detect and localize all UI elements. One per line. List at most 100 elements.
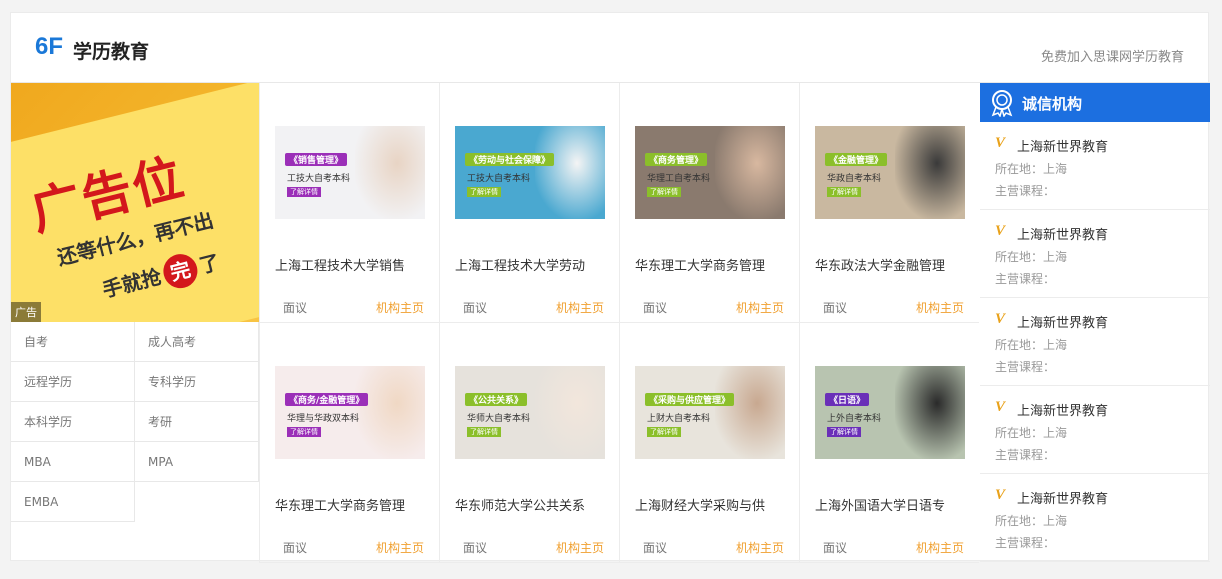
v-verified-icon: V	[995, 399, 1006, 415]
thumbnail-photo	[895, 366, 965, 459]
category-link[interactable]: MPA	[135, 442, 259, 482]
org-courses: 主营课程：	[995, 272, 1056, 286]
org-location: 所在地：上海	[995, 162, 1068, 176]
org-name[interactable]: 上海新世界教育	[1017, 400, 1108, 419]
thumbnail-photo	[715, 126, 785, 219]
thumbnail-subtitle: 工技大自考本科	[467, 174, 531, 184]
org-name[interactable]: 上海新世界教育	[1017, 488, 1108, 507]
course-title[interactable]: 华东理工大学商务管理	[275, 495, 427, 514]
org-homepage-link[interactable]: 机构主页	[556, 299, 604, 316]
org-courses: 主营课程：	[995, 184, 1056, 198]
trust-org-item[interactable]: V 上海新世界教育所在地：上海 主营课程：	[980, 474, 1210, 562]
course-title[interactable]: 上海工程技术大学销售	[275, 255, 427, 274]
org-homepage-link[interactable]: 机构主页	[556, 539, 604, 556]
category-link[interactable]: EMBA	[11, 482, 135, 522]
course-thumbnail[interactable]: 《商务管理》 华理工自考本科 了解详情	[635, 126, 785, 219]
thumbnail-details-button: 了解详情	[827, 427, 861, 437]
thumbnail-photo	[535, 366, 605, 459]
category-link[interactable]: 自考	[11, 322, 135, 362]
thumbnail-subtitle: 华理工自考本科	[647, 174, 711, 184]
course-thumbnail[interactable]: 《采购与供应管理》 上财大自考本科 了解详情	[635, 366, 785, 459]
trust-org-item[interactable]: V 上海新世界教育 所在地：上海 主营课程：	[980, 122, 1210, 210]
course-thumbnail[interactable]: 《劳动与社会保障》 工技大自考本科 了解详情	[455, 126, 605, 219]
thumbnail-photo	[535, 126, 605, 219]
thumbnail-photo	[355, 366, 425, 459]
trust-title: 诚信机构	[1022, 95, 1083, 113]
org-location: 所在地：上海	[995, 250, 1068, 264]
course-card[interactable]: 《劳动与社会保障》 工技大自考本科 了解详情上海工程技术大学劳动面议 机构主页	[439, 83, 619, 323]
org-homepage-link[interactable]: 机构主页	[376, 539, 424, 556]
course-price: 面议	[823, 541, 848, 555]
org-homepage-link[interactable]: 机构主页	[916, 299, 964, 316]
join-link[interactable]: 免费加入思课网学历教育	[1041, 46, 1184, 65]
course-card[interactable]: 《金融管理》 华政自考本科 了解详情华东政法大学金融管理面议 机构主页	[799, 83, 979, 323]
course-thumbnail[interactable]: 《日语》上外自考本科 了解详情	[815, 366, 965, 459]
thumbnail-subtitle: 上外自考本科	[827, 414, 882, 424]
category-link[interactable]: 本科学历	[11, 402, 135, 442]
v-verified-icon: V	[995, 487, 1006, 503]
course-card[interactable]: 《商务管理》 华理工自考本科 了解详情 华东理工大学商务管理 面议 机构主页	[619, 83, 799, 323]
org-homepage-link[interactable]: 机构主页	[736, 299, 784, 316]
course-thumbnail[interactable]: 《销售管理》 工技大自考本科 了解详情	[275, 126, 425, 219]
org-location: 所在地：上海	[995, 514, 1068, 528]
thumbnail-photo	[715, 366, 785, 459]
org-homepage-link[interactable]: 机构主页	[376, 299, 424, 316]
category-link[interactable]: 专科学历	[135, 362, 259, 402]
thumbnail-banner: 《劳动与社会保障》	[465, 153, 555, 166]
thumbnail-subtitle: 华师大自考本科	[467, 414, 531, 424]
course-title[interactable]: 上海财经大学采购与供	[635, 495, 787, 514]
course-thumbnail[interactable]: 《公共关系》 华师大自考本科 了解详情	[455, 366, 605, 459]
course-title[interactable]: 上海外国语大学日语专	[815, 495, 967, 514]
course-title[interactable]: 上海工程技术大学劳动	[455, 255, 607, 274]
thumbnail-banner: 《采购与供应管理》	[645, 393, 735, 406]
trust-header: 诚信机构	[980, 83, 1210, 122]
course-card[interactable]: 《采购与供应管理》 上财大自考本科 了解详情 上海财经大学采购与供 面议 机构主页	[619, 323, 799, 563]
org-courses: 主营课程：	[995, 536, 1056, 550]
course-price: 面议	[463, 301, 488, 315]
org-homepage-link[interactable]: 机构主页	[916, 539, 964, 556]
thumbnail-banner: 《日语》	[825, 393, 870, 406]
thumbnail-subtitle: 华政自考本科	[827, 174, 882, 184]
org-name[interactable]: 上海新世界教育	[1017, 136, 1108, 155]
trust-org-item[interactable]: V 上海新世界教育所在地：上海 主营课程：	[980, 210, 1210, 298]
certificate-badge-icon	[991, 90, 1013, 117]
course-thumbnail[interactable]: 《金融管理》 华政自考本科 了解详情	[815, 126, 965, 219]
ad-banner[interactable]: 广告位 还等什么，再不出 手就抢完了 广告	[11, 83, 259, 322]
category-link[interactable]: 远程学历	[11, 362, 135, 402]
thumbnail-details-button: 了解详情	[647, 187, 681, 197]
org-location: 所在地：上海	[995, 426, 1068, 440]
thumbnail-subtitle: 上财大自考本科	[647, 414, 711, 424]
thumbnail-banner: 《公共关系》	[465, 393, 528, 406]
thumbnail-details-button: 了解详情	[827, 187, 861, 197]
course-price: 面议	[823, 301, 848, 315]
trust-org-item[interactable]: V 上海新世界教育 所在地：上海 主营课程：	[980, 386, 1210, 474]
v-verified-icon: V	[995, 223, 1006, 239]
org-name[interactable]: 上海新世界教育	[1017, 224, 1108, 243]
course-price: 面议	[283, 541, 308, 555]
course-title[interactable]: 华东理工大学商务管理	[635, 255, 787, 274]
org-name[interactable]: 上海新世界教育	[1017, 312, 1108, 331]
course-title[interactable]: 华东政法大学金融管理	[815, 255, 967, 274]
category-link[interactable]: 成人高考	[135, 322, 259, 362]
thumbnail-photo	[355, 126, 425, 219]
category-link[interactable]: 考研	[135, 402, 259, 442]
thumbnail-subtitle: 华理与华政双本科	[287, 414, 360, 424]
floor-title: 学历教育	[73, 41, 150, 63]
course-card[interactable]: 《商务/金融管理》 华理与华政双本科 了解详情华东理工大学商务管理面议 机构主页	[259, 323, 439, 563]
course-card[interactable]: 《公共关系》 华师大自考本科 了解详情华东师范大学公共关系面议 机构主页	[439, 323, 619, 563]
course-price: 面议	[463, 541, 488, 555]
course-card[interactable]: 《日语》上外自考本科 了解详情上海外国语大学日语专面议 机构主页	[799, 323, 979, 563]
thumbnail-banner: 《商务管理》	[645, 153, 708, 166]
floor-number: 6F	[35, 33, 64, 60]
org-homepage-link[interactable]: 机构主页	[736, 539, 784, 556]
thumbnail-subtitle: 工技大自考本科	[287, 174, 351, 184]
trust-org-item[interactable]: V 上海新世界教育 所在地：上海 主营课程：	[980, 298, 1210, 386]
course-card[interactable]: 《销售管理》 工技大自考本科 了解详情上海工程技术大学销售面议 机构主页	[259, 83, 439, 323]
course-thumbnail[interactable]: 《商务/金融管理》 华理与华政双本科 了解详情	[275, 366, 425, 459]
thumbnail-details-button: 了解详情	[467, 187, 501, 197]
ad-tag: 广告	[11, 302, 41, 322]
category-link[interactable]: MBA	[11, 442, 135, 482]
thumbnail-photo	[895, 126, 965, 219]
course-price: 面议	[283, 301, 308, 315]
course-title[interactable]: 华东师范大学公共关系	[455, 495, 607, 514]
